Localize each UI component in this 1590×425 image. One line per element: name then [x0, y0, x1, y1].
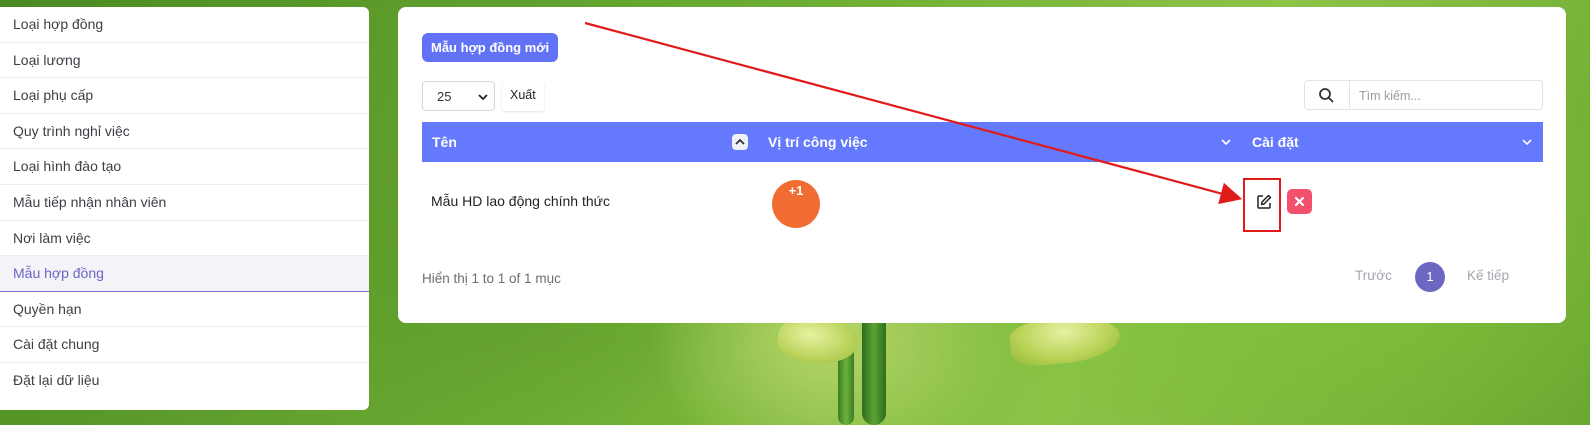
annotation-arrow [584, 21, 1243, 205]
annotation-highlight-box [1243, 178, 1281, 232]
